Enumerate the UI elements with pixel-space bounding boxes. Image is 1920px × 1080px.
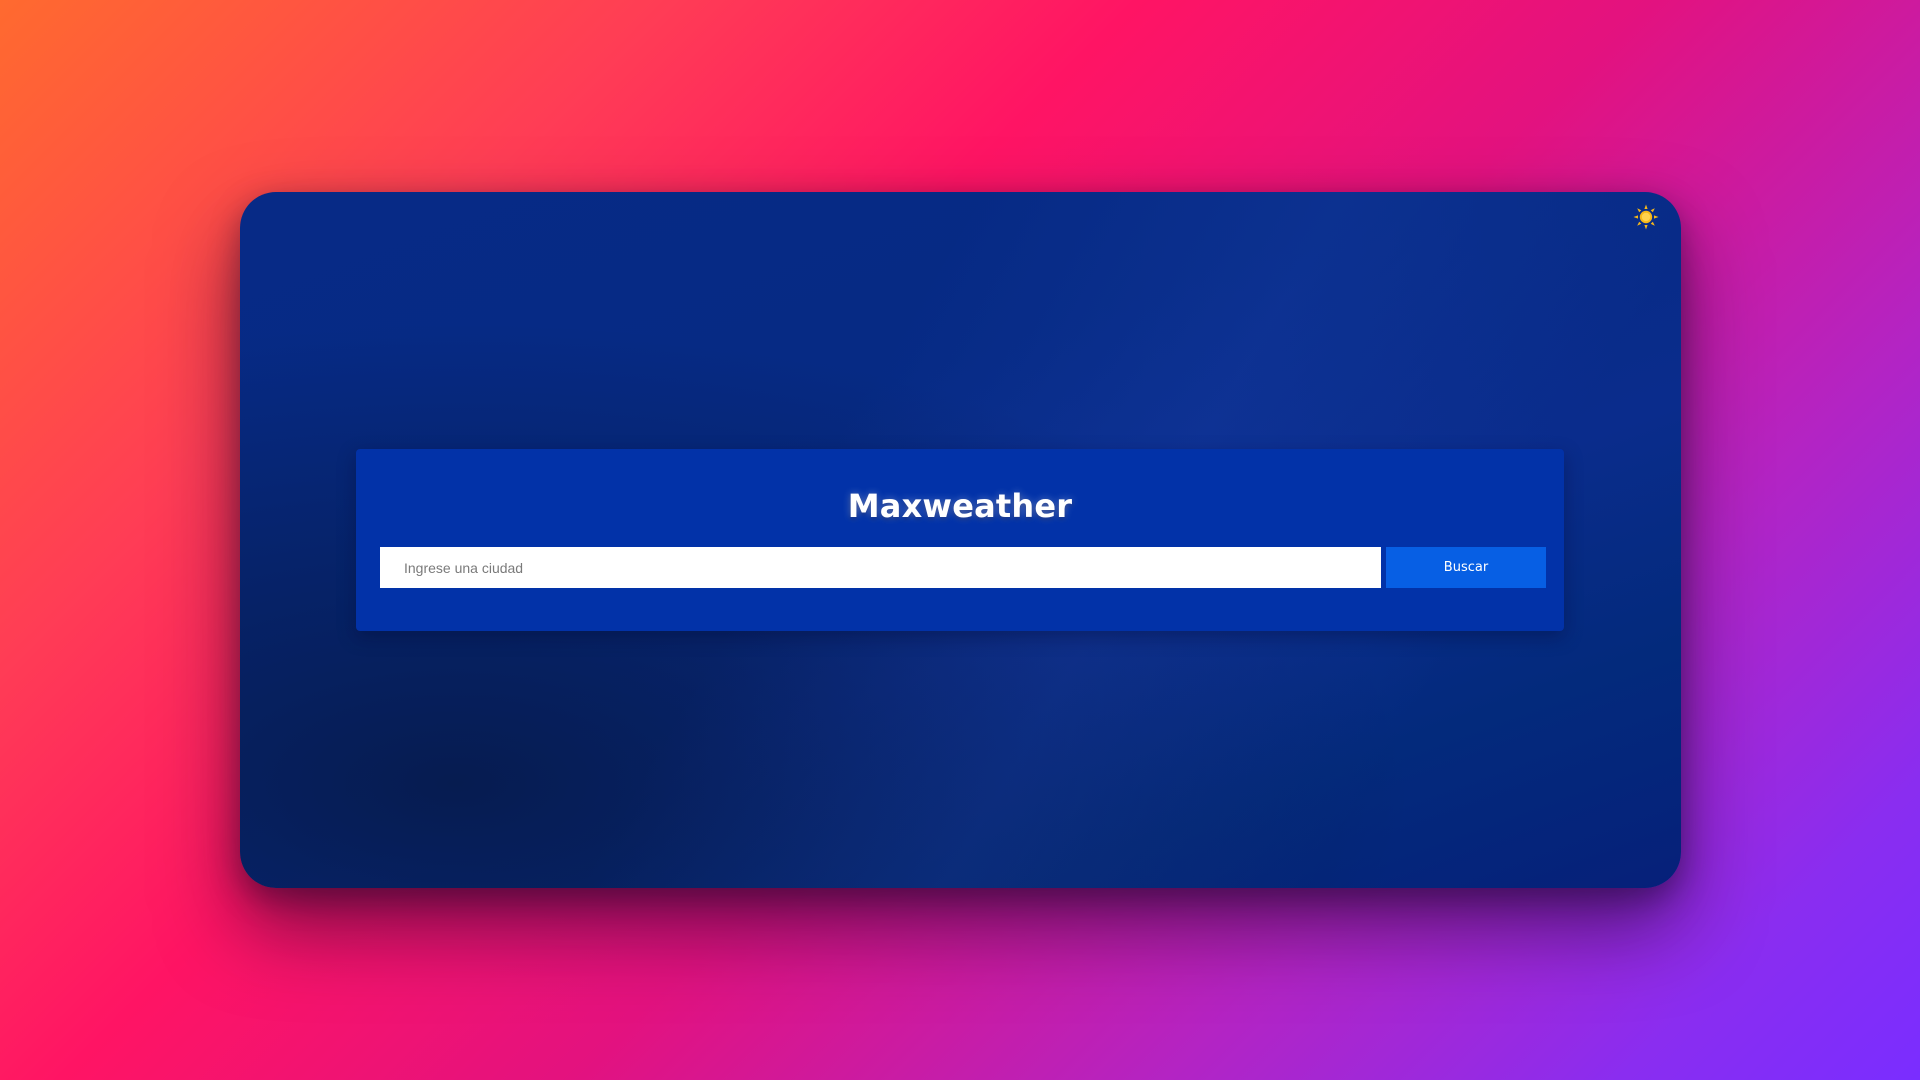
search-card: Maxweather Buscar <box>356 449 1564 631</box>
search-button[interactable]: Buscar <box>1386 547 1546 588</box>
theme-toggle-button[interactable] <box>1631 202 1661 232</box>
app-window: Maxweather Buscar <box>240 192 1681 888</box>
city-search-input[interactable] <box>380 547 1381 588</box>
app-title: Maxweather <box>847 487 1073 525</box>
sun-icon <box>1633 204 1659 230</box>
